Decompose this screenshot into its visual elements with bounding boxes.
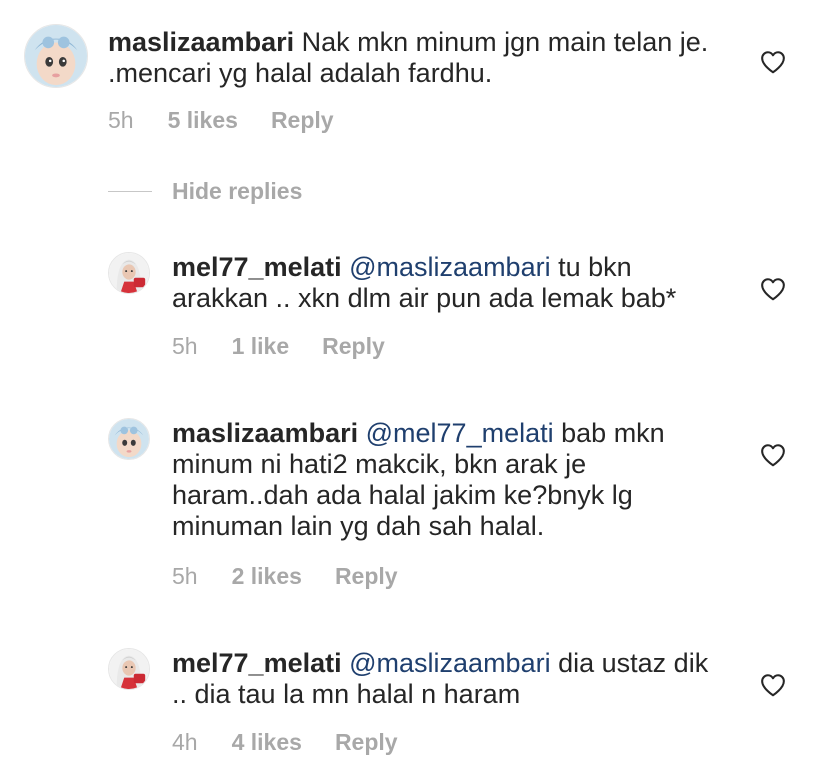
comment-text: mel77_melati @maslizaambari tu bkn arakk… <box>172 252 732 314</box>
baby-avatar-icon <box>109 419 149 459</box>
reply-button[interactable]: Reply <box>322 333 385 360</box>
comment-text: maslizaambari @mel77_melati bab mkn minu… <box>172 418 692 542</box>
heart-outline-icon <box>761 278 785 301</box>
like-button[interactable] <box>760 277 786 301</box>
mention-link[interactable]: @maslizaambari <box>349 252 550 282</box>
hide-replies-toggle[interactable]: Hide replies <box>108 178 302 205</box>
reply-button[interactable]: Reply <box>335 563 398 590</box>
reply-button[interactable]: Reply <box>335 729 398 756</box>
comment-meta: 5h 1 like Reply <box>172 333 385 360</box>
comment-text: mel77_melati @maslizaambari dia ustaz di… <box>172 648 712 710</box>
avatar[interactable] <box>108 648 150 690</box>
comment-username[interactable]: maslizaambari <box>172 418 358 448</box>
heart-outline-icon <box>761 444 785 467</box>
comment-text: maslizaambari Nak mkn minum jgn main tel… <box>108 27 728 89</box>
comment-username[interactable]: mel77_melati <box>172 648 342 678</box>
like-button[interactable] <box>760 673 786 697</box>
comment-username[interactable]: maslizaambari <box>108 27 294 57</box>
comment-likes-link[interactable]: 5 likes <box>168 107 238 134</box>
avatar[interactable] <box>108 418 150 460</box>
baby-avatar-icon <box>25 25 87 87</box>
comment-meta: 5h 5 likes Reply <box>108 107 334 134</box>
comment-likes-link[interactable]: 2 likes <box>232 563 302 590</box>
comment-timestamp: 5h <box>172 333 198 359</box>
comment-meta: 4h 4 likes Reply <box>172 729 398 756</box>
comment-timestamp: 5h <box>172 563 198 589</box>
like-button[interactable] <box>760 443 786 467</box>
mention-link[interactable]: @maslizaambari <box>349 648 550 678</box>
comment-likes-link[interactable]: 4 likes <box>232 729 302 756</box>
avatar[interactable] <box>24 24 88 88</box>
mention-link[interactable]: @mel77_melati <box>366 418 554 448</box>
reply-button[interactable]: Reply <box>271 107 334 134</box>
comment-timestamp: 4h <box>172 729 198 755</box>
like-button[interactable] <box>760 50 786 74</box>
hide-replies-label[interactable]: Hide replies <box>172 178 302 205</box>
woman-hijab-avatar-icon <box>109 649 149 689</box>
woman-hijab-avatar-icon <box>109 253 149 293</box>
heart-outline-icon <box>761 51 785 74</box>
comment-username[interactable]: mel77_melati <box>172 252 342 282</box>
comment-meta: 5h 2 likes Reply <box>172 563 398 590</box>
comment-timestamp: 5h <box>108 107 134 133</box>
thread-divider <box>108 191 152 192</box>
comment-likes-link[interactable]: 1 like <box>232 333 290 360</box>
avatar[interactable] <box>108 252 150 294</box>
heart-outline-icon <box>761 674 785 697</box>
